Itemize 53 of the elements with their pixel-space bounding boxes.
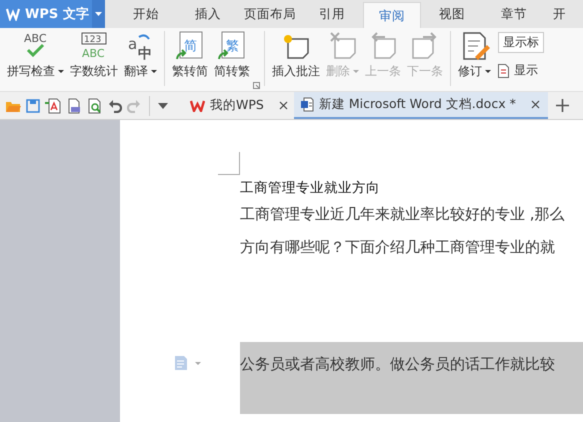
ribbon-button-label: 修订 [458, 63, 491, 80]
ribbon-tab[interactable]: 章节 [483, 0, 545, 28]
document-icon [498, 64, 509, 78]
ribbon-button-label: 简转繁 [214, 63, 250, 80]
ribbon-button[interactable]: 简 繁转简 [169, 31, 211, 80]
ribbon-button-label: 繁转简 [172, 63, 208, 80]
paragraph-text: 方向有哪些呢？下面介绍几种工商管理专业的就 [240, 238, 556, 257]
close-icon[interactable] [530, 100, 540, 109]
show-option-label: 显示 [514, 62, 538, 79]
ribbon-button[interactable]: ABC 拼写检查 [4, 31, 67, 80]
print-preview-icon[interactable] [87, 98, 103, 114]
ribbon-button[interactable]: 123 ABC 字数统计 [67, 31, 121, 80]
ribbon-tab[interactable]: 审阅 [363, 2, 421, 28]
document-tab[interactable]: 我的WPS [184, 92, 294, 119]
app-menu-button[interactable]: WPS 文字 [0, 0, 92, 28]
ribbon-button-label: 字数统计 [70, 63, 118, 80]
show-option-button[interactable]: 显示 [498, 62, 544, 79]
app-name: WPS 文字 [25, 6, 89, 23]
app-menu-dropdown[interactable] [92, 0, 105, 28]
w-logo-icon [6, 7, 20, 21]
ribbon-button-label: 拼写检查 [7, 63, 64, 80]
undo-icon[interactable] [108, 98, 122, 112]
dropdown-caret-icon[interactable] [158, 102, 168, 108]
ribbon-button-label: 上一条 [365, 63, 401, 80]
document-tab[interactable]: 新建 Microsoft Word 文档.docx * [294, 92, 548, 119]
ribbon-button[interactable]: 插入批注 [269, 31, 323, 80]
caret-icon [94, 12, 102, 16]
ribbon-tab[interactable]: 开始 [115, 0, 177, 28]
ribbon-tab[interactable]: 开 [545, 0, 583, 28]
ribbon-tab[interactable]: 引用 [301, 0, 363, 28]
markup-display-field[interactable]: 显示标 [498, 32, 544, 53]
close-icon[interactable] [278, 101, 288, 110]
ribbon-button[interactable]: 修订 [455, 31, 494, 80]
new-tab-icon[interactable] [556, 99, 569, 112]
ribbon-button-label: 翻译 [124, 63, 157, 80]
save-icon[interactable] [26, 98, 40, 112]
ribbon-button[interactable]: 繁 简转繁 [211, 31, 253, 80]
paragraph-handle-icon[interactable] [175, 356, 201, 370]
ribbon-tab[interactable]: 插入 [177, 0, 239, 28]
paragraph-text: 工商管理专业近几年来就业率比较好的专业 ,那么 [240, 205, 566, 224]
margin-corner-mark [218, 152, 240, 175]
document-heading: 工商管理专业就业方向 [240, 179, 381, 197]
w-logo-icon [190, 100, 205, 112]
export-pdf-icon[interactable] [45, 98, 61, 114]
dialog-launcher-icon[interactable] [253, 82, 260, 89]
ribbon-tab[interactable]: 视图 [421, 0, 483, 28]
print-icon[interactable] [66, 98, 82, 114]
ribbon-button-label: 删除 [326, 63, 359, 80]
ribbon-button-label: 插入批注 [272, 63, 320, 80]
ribbon-tab[interactable]: 页面布局 [239, 0, 301, 28]
ribbon-button[interactable]: a中 翻译 [121, 31, 160, 80]
word-doc-icon [300, 97, 314, 112]
ribbon-button-label: 下一条 [407, 63, 443, 80]
